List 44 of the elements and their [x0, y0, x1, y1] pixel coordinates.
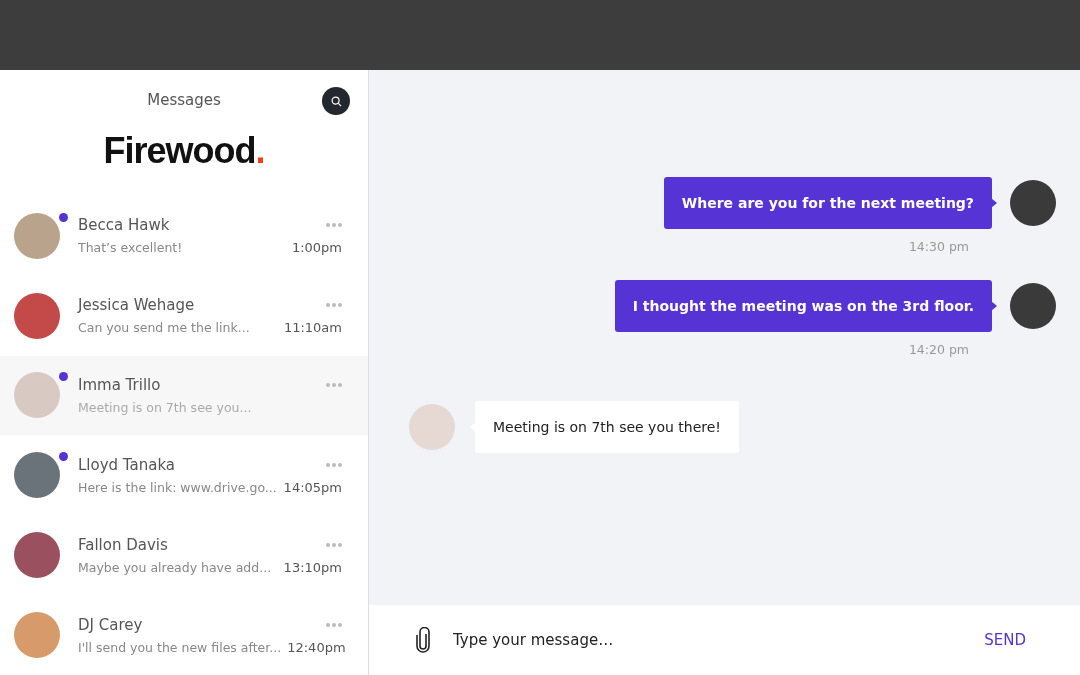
more-button[interactable] — [326, 462, 342, 467]
logo: Firewood. — [102, 129, 266, 173]
more-button[interactable] — [326, 303, 342, 308]
search-icon — [330, 95, 342, 107]
more-button[interactable] — [326, 622, 342, 627]
send-button[interactable]: SEND — [980, 627, 1030, 653]
paperclip-icon[interactable] — [415, 627, 431, 653]
message-time: 14:20 pm — [907, 342, 969, 357]
avatar-photo-placeholder — [14, 212, 60, 259]
sidebar-title: Messages — [147, 90, 221, 109]
contact-name: Fallon Davis — [78, 535, 168, 554]
message-preview: Here is the link: www.drive.go... — [78, 479, 277, 495]
more-button[interactable] — [326, 383, 342, 387]
conversation-item[interactable]: Imma Trillo Meeting is on 7th see you... — [0, 355, 368, 436]
more-button[interactable] — [326, 223, 342, 228]
avatar-photo-placeholder — [1010, 283, 1056, 329]
message-preview: Maybe you already have add... — [78, 559, 272, 575]
message-preview: That’s excellent! — [78, 240, 183, 256]
avatar-photo-placeholder — [1010, 180, 1056, 226]
contact-name: DJ Carey — [78, 615, 143, 634]
message-time: 11:10am — [283, 320, 342, 336]
contact-name: Becca Hawk — [78, 216, 170, 235]
message-time: 12:40pm — [287, 639, 346, 655]
message-input[interactable]: Type your message… — [451, 630, 961, 650]
message-time: 13:10pm — [283, 559, 342, 575]
message-time: 1:00pm — [291, 240, 342, 256]
contact-name: Lloyd Tanaka — [78, 455, 176, 474]
contact-name: Jessica Wehage — [78, 296, 195, 315]
message-time: 14:30 pm — [907, 239, 969, 254]
contact-name: Imma Trillo — [78, 376, 161, 394]
avatar-photo-placeholder — [14, 452, 60, 499]
message-time: 14:05pm — [283, 479, 342, 495]
message-preview: I'll send you the new files after... — [78, 639, 282, 655]
bubble-tail — [991, 301, 997, 311]
avatar-photo-placeholder — [14, 372, 60, 419]
message-preview: Meeting is on 7th see you... — [78, 400, 252, 415]
more-button[interactable] — [326, 542, 342, 547]
search-button[interactable] — [322, 87, 350, 115]
avatar-photo-placeholder — [14, 292, 60, 339]
bubble-tail — [991, 198, 997, 208]
avatar-photo-placeholder — [409, 404, 455, 450]
message-preview: Can you send me the link... — [78, 320, 250, 336]
avatar-photo-placeholder — [14, 612, 60, 659]
avatar-photo-placeholder — [14, 532, 60, 579]
